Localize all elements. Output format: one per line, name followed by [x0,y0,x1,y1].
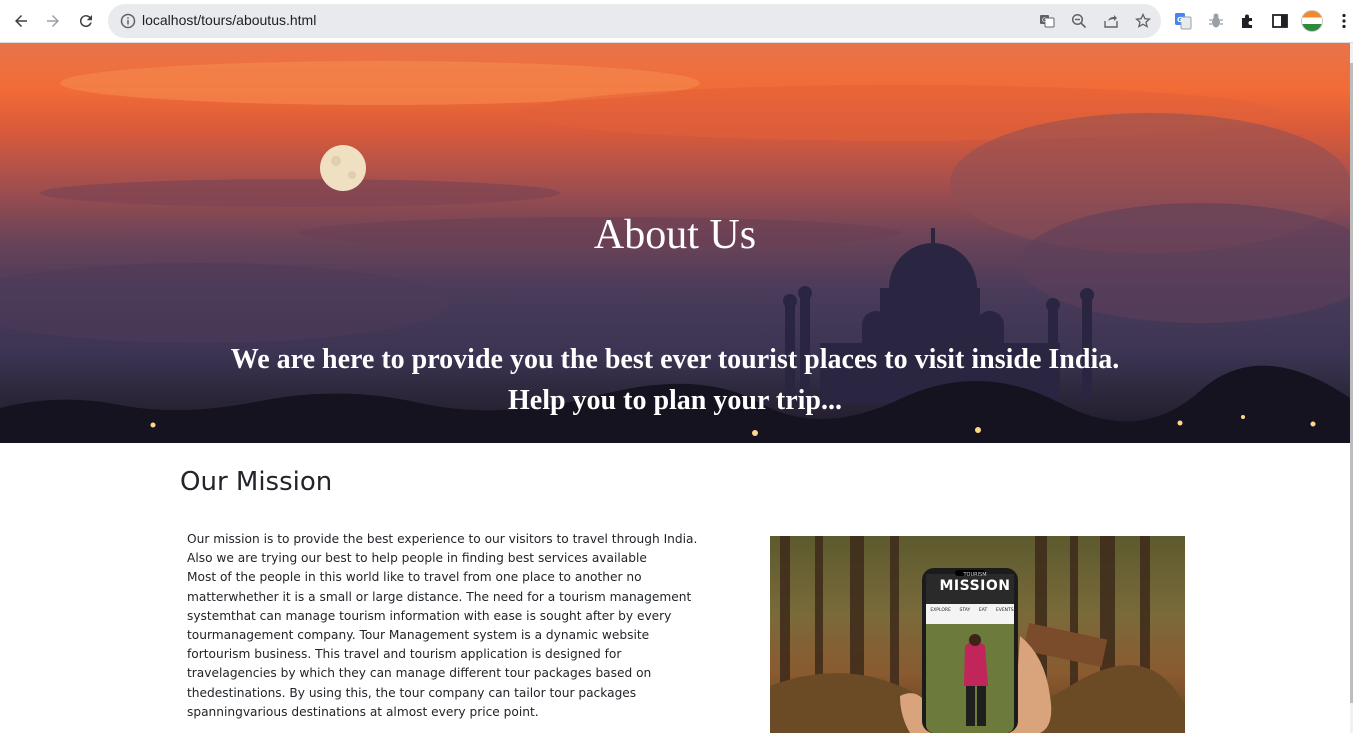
star-icon [1135,13,1151,28]
mission-heading: Our Mission [180,467,333,497]
hero-subtitle-line-2: Help you to plan your trip... [508,385,842,416]
reload-icon [79,15,92,28]
extensions-button[interactable] [1238,11,1258,31]
phone-tab-stay: STAY [959,608,971,613]
browser-toolbar: localhost/tours/aboutus.html G G [0,0,1353,43]
translate-icon: G [1040,15,1055,28]
browser-menu-button[interactable] [1334,11,1353,31]
hero-title: About Us [593,212,757,258]
forest-phone-illustration [770,536,1185,733]
more-vert-icon [1342,13,1346,29]
back-button[interactable] [9,9,33,33]
share-icon [1104,15,1118,28]
address-bar[interactable]: localhost/tours/aboutus.html G [108,4,1161,38]
puzzle-icon [1242,14,1252,28]
zoom-out-icon [1071,13,1087,29]
share-button[interactable] [1102,12,1120,30]
phone-tab-eat: EAT [978,608,988,613]
svg-text:G: G [1042,17,1047,24]
forward-button[interactable] [41,9,65,33]
side-panel-button[interactable] [1270,11,1290,31]
zoom-button[interactable] [1070,12,1088,30]
side-panel-icon [1272,14,1288,28]
svg-text:G: G [1177,16,1183,24]
mission-text: Our mission is to provide the best exper… [187,530,712,722]
hero-subtitle: We are here to provide you the best ever… [0,339,1350,421]
mission-paragraph-2: Most of the people in this world like to… [187,570,692,719]
page-content: About Us We are here to provide you the … [0,43,1350,733]
phone-tab-events: EVENTS [995,608,1014,613]
mission-image: TOURISM MISSION EXPLORE STAY EAT EVENTS [770,536,1185,733]
bug-icon [1209,13,1223,28]
translate-page-button[interactable]: G [1038,12,1056,30]
bug-extension[interactable] [1206,11,1226,31]
back-arrow-icon [15,15,27,27]
reload-button[interactable] [74,9,98,33]
google-translate-extension[interactable]: G [1173,11,1193,31]
site-info-icon[interactable] [120,13,136,29]
phone-tab-explore: EXPLORE [930,608,951,613]
profile-avatar[interactable] [1301,10,1323,32]
phone-screen-title: MISSION [939,578,1011,594]
hero-subtitle-line-1: We are here to provide you the best ever… [230,344,1120,375]
phone-screen-tabs: EXPLORE STAY EAT EVENTS [926,608,1018,613]
google-translate-icon: G [1175,13,1192,30]
bookmark-button[interactable] [1134,12,1152,30]
hero-banner: About Us We are here to provide you the … [0,43,1350,443]
mission-paragraph-1: Our mission is to provide the best exper… [187,532,698,566]
forward-arrow-icon [47,15,59,27]
url-text[interactable]: localhost/tours/aboutus.html [142,12,316,28]
